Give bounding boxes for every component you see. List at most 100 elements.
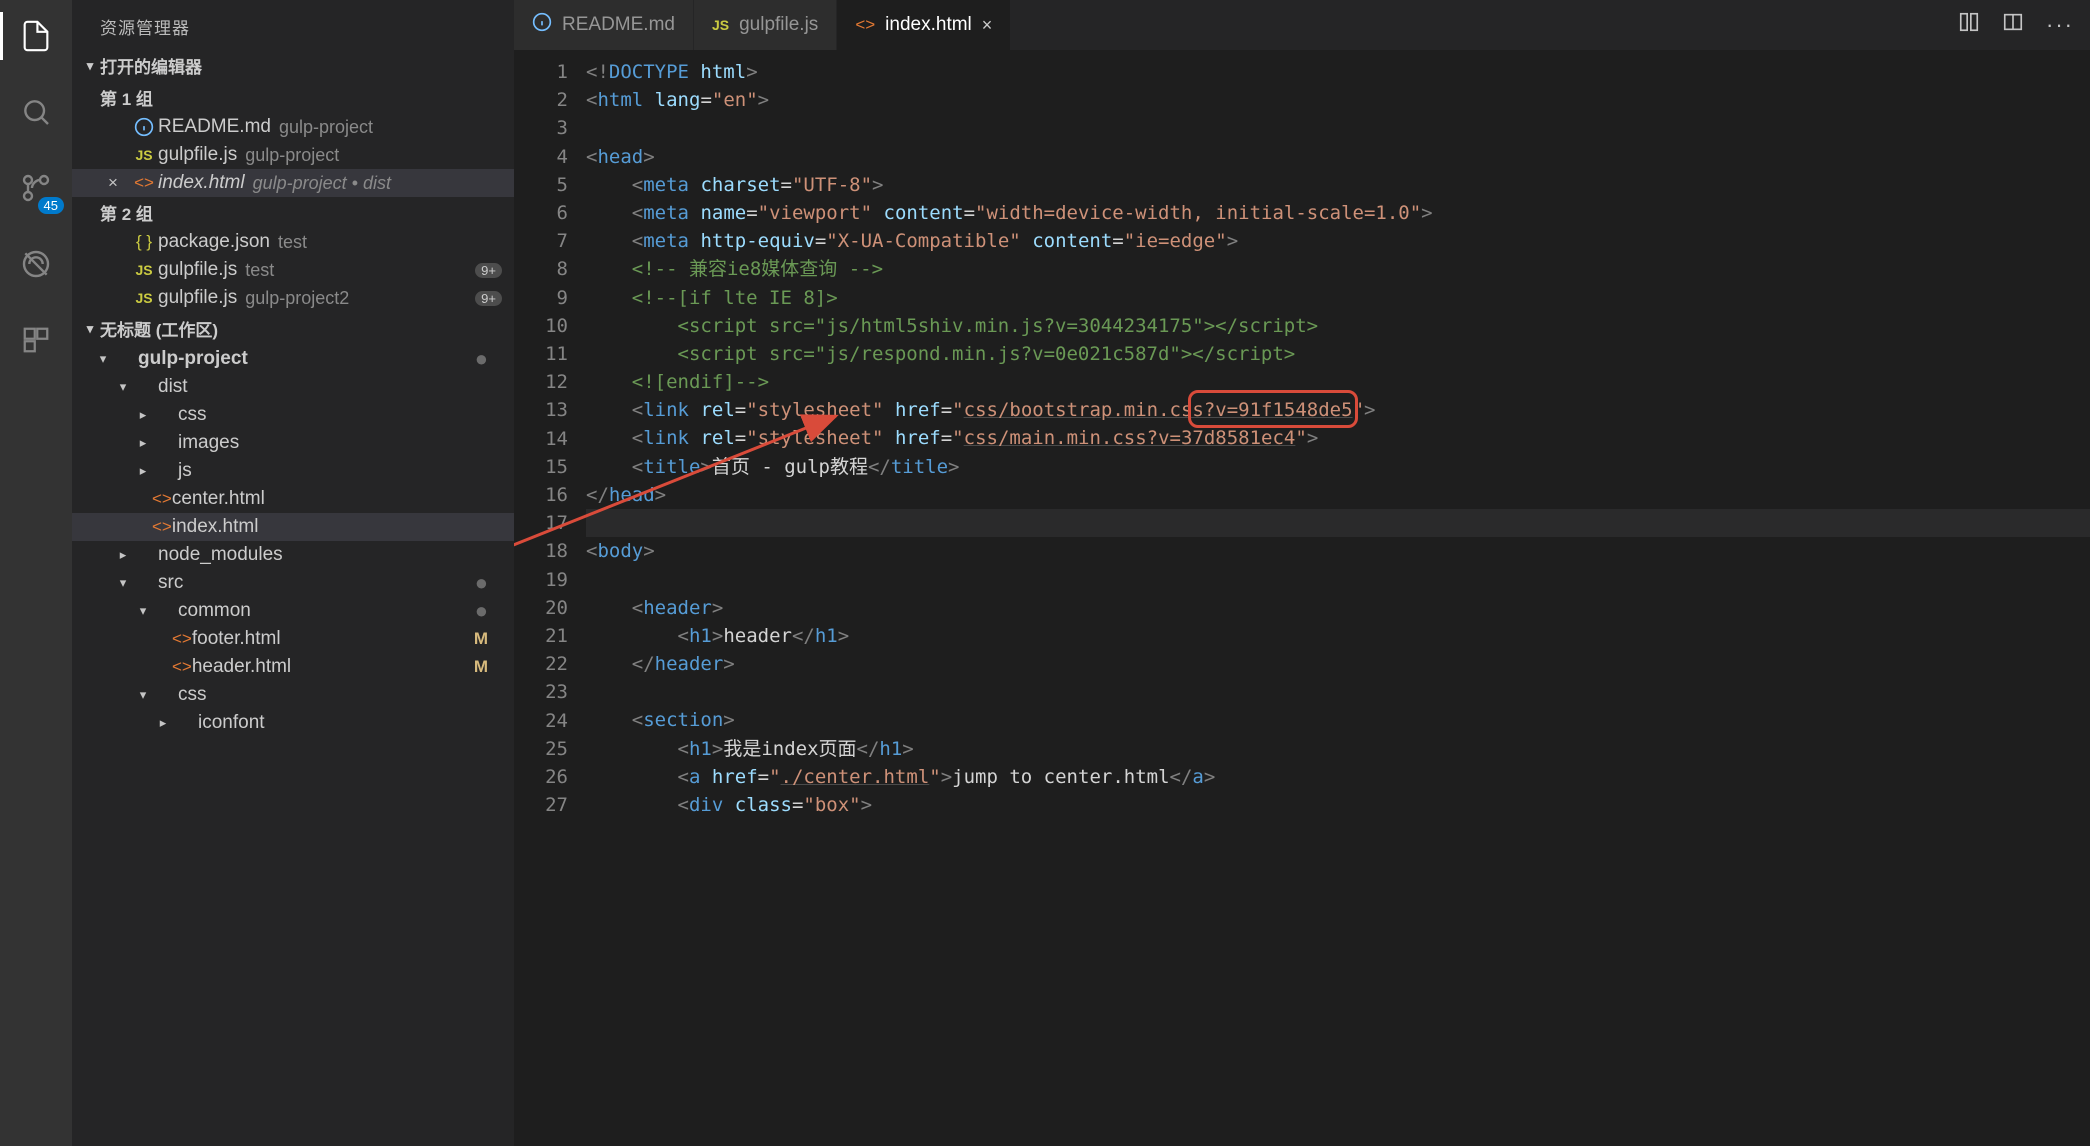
- compare-changes-icon[interactable]: [1958, 11, 1980, 39]
- code-line[interactable]: </head>: [586, 481, 2090, 509]
- code-line[interactable]: <!-- 兼容ie8媒体查询 -->: [586, 255, 2090, 283]
- tree-folder[interactable]: ▾ css: [72, 681, 514, 709]
- workspace-header[interactable]: ▾ 无标题 (工作区): [72, 312, 514, 345]
- code-line[interactable]: <link rel="stylesheet" href="css/bootstr…: [586, 396, 2090, 424]
- tree-label: node_modules: [158, 544, 283, 566]
- code-line[interactable]: <title>首页 - gulp教程</title>: [586, 453, 2090, 481]
- code-editor[interactable]: 1234567891011121314151617181920212223242…: [514, 50, 2090, 1146]
- code-line[interactable]: </header>: [586, 650, 2090, 678]
- chevron-right-icon: ▸: [134, 407, 152, 423]
- chevron-right-icon: ▸: [114, 547, 132, 563]
- tree-label: css: [178, 684, 207, 706]
- tree-label: center.html: [172, 488, 265, 510]
- activity-explorer[interactable]: [12, 12, 60, 60]
- code-line[interactable]: <![endif]-->: [586, 368, 2090, 396]
- modified-dot: ●: [475, 348, 488, 370]
- problems-badge: 9+: [475, 263, 502, 278]
- code-line[interactable]: <head>: [586, 143, 2090, 171]
- tree-folder[interactable]: ▸images: [72, 429, 514, 457]
- code-line[interactable]: [586, 678, 2090, 706]
- more-icon[interactable]: ···: [2046, 12, 2074, 38]
- chevron-down-icon: ▾: [114, 575, 132, 591]
- code-line[interactable]: <link rel="stylesheet" href="css/main.mi…: [586, 424, 2090, 452]
- tree-folder[interactable]: ▾gulp-project●: [72, 345, 514, 373]
- open-editor-item[interactable]: JSgulpfile.jsgulp-project29+: [72, 284, 514, 312]
- chevron-down-icon: ▾: [114, 379, 132, 395]
- tabs-actions: ···: [1942, 0, 2090, 50]
- file-path: test: [278, 232, 307, 253]
- tree-label: iconfont: [198, 712, 265, 734]
- code-line[interactable]: <script src="js/respond.min.js?v=0e021c5…: [586, 340, 2090, 368]
- tree-label: dist: [158, 376, 188, 398]
- editor-tab[interactable]: <>index.html×: [837, 0, 1011, 50]
- activity-scm[interactable]: 45: [12, 164, 60, 212]
- code-line[interactable]: [586, 565, 2090, 593]
- open-editors-header[interactable]: ▾ 打开的编辑器: [72, 49, 514, 82]
- close-icon[interactable]: ×: [108, 173, 130, 193]
- code-line[interactable]: <a href="./center.html">jump to center.h…: [586, 763, 2090, 791]
- chevron-down-icon: ▾: [80, 321, 100, 337]
- code-line[interactable]: [586, 509, 2090, 537]
- tree-folder[interactable]: ▸iconfont: [72, 709, 514, 737]
- js-icon: JS: [130, 262, 158, 278]
- git-modified-badge: M: [474, 657, 488, 677]
- code-line[interactable]: <body>: [586, 537, 2090, 565]
- tree-file[interactable]: <>center.html: [72, 485, 514, 513]
- info-icon: [532, 12, 552, 38]
- scm-badge: 45: [38, 197, 64, 214]
- tree-folder[interactable]: ▾ dist: [72, 373, 514, 401]
- html-icon: <>: [130, 173, 158, 193]
- tree-file[interactable]: <>header.htmlM: [72, 653, 514, 681]
- tree-folder[interactable]: ▸ node_modules: [72, 541, 514, 569]
- open-editor-item[interactable]: { }package.jsontest: [72, 228, 514, 256]
- code-line[interactable]: <!DOCTYPE html>: [586, 58, 2090, 86]
- code-line[interactable]: <h1>header</h1>: [586, 622, 2090, 650]
- code-line[interactable]: <meta http-equiv="X-UA-Compatible" conte…: [586, 227, 2090, 255]
- code-line[interactable]: <meta charset="UTF-8">: [586, 171, 2090, 199]
- editor-area: README.mdJSgulpfile.js<>index.html× ··· …: [514, 0, 2090, 1146]
- tree-folder[interactable]: ▾common●: [72, 597, 514, 625]
- chevron-down-icon: ▾: [94, 351, 112, 367]
- tree-folder[interactable]: ▸css: [72, 401, 514, 429]
- open-editor-item[interactable]: JSgulpfile.jstest9+: [72, 256, 514, 284]
- code-line[interactable]: <script src="js/html5shiv.min.js?v=30442…: [586, 312, 2090, 340]
- editor-tab[interactable]: README.md: [514, 0, 694, 50]
- activity-extensions[interactable]: [12, 316, 60, 364]
- open-editor-item[interactable]: ×<>index.htmlgulp-project • dist: [72, 169, 514, 197]
- chevron-right-icon: ▸: [134, 463, 152, 479]
- tree-folder[interactable]: ▾src●: [72, 569, 514, 597]
- html-icon: <>: [172, 656, 192, 678]
- editor-tab[interactable]: JSgulpfile.js: [694, 0, 837, 50]
- code-line[interactable]: <header>: [586, 594, 2090, 622]
- tree-folder[interactable]: ▸js: [72, 457, 514, 485]
- file-name: index.html: [158, 172, 245, 194]
- tab-label: gulpfile.js: [739, 14, 818, 36]
- tree-label: common: [178, 600, 251, 622]
- code-line[interactable]: <h1>我是index页面</h1>: [586, 735, 2090, 763]
- activity-debug[interactable]: [12, 240, 60, 288]
- modified-dot: ●: [475, 572, 488, 594]
- file-name: README.md: [158, 116, 271, 138]
- activity-bar: 45: [0, 0, 72, 1146]
- tree-file[interactable]: <>index.html: [72, 513, 514, 541]
- chevron-down-icon: ▾: [134, 687, 152, 703]
- html-icon: <>: [152, 488, 172, 510]
- code-content[interactable]: <!DOCTYPE html><html lang="en"> <head> <…: [586, 50, 2090, 1146]
- tree-file[interactable]: <>footer.htmlM: [72, 625, 514, 653]
- code-line[interactable]: <meta name="viewport" content="width=dev…: [586, 199, 2090, 227]
- file-path: gulp-project: [245, 145, 339, 166]
- activity-search[interactable]: [12, 88, 60, 136]
- code-line[interactable]: <section>: [586, 706, 2090, 734]
- close-icon[interactable]: ×: [982, 15, 993, 36]
- code-line[interactable]: <div class="box">: [586, 791, 2090, 819]
- code-line[interactable]: [586, 114, 2090, 142]
- explorer-sidebar: 资源管理器 ▾ 打开的编辑器 第 1 组 README.mdgulp-proje…: [72, 0, 514, 1146]
- file-path: gulp-project: [279, 117, 373, 138]
- open-editor-item[interactable]: JSgulpfile.jsgulp-project: [72, 141, 514, 169]
- code-line[interactable]: <html lang="en">: [586, 86, 2090, 114]
- open-editor-item[interactable]: README.md gulp-project: [72, 113, 514, 141]
- chevron-right-icon: ▸: [134, 435, 152, 451]
- group-1-label: 第 1 组: [72, 82, 514, 113]
- split-editor-icon[interactable]: [2002, 11, 2024, 39]
- code-line[interactable]: <!--[if lte IE 8]>: [586, 284, 2090, 312]
